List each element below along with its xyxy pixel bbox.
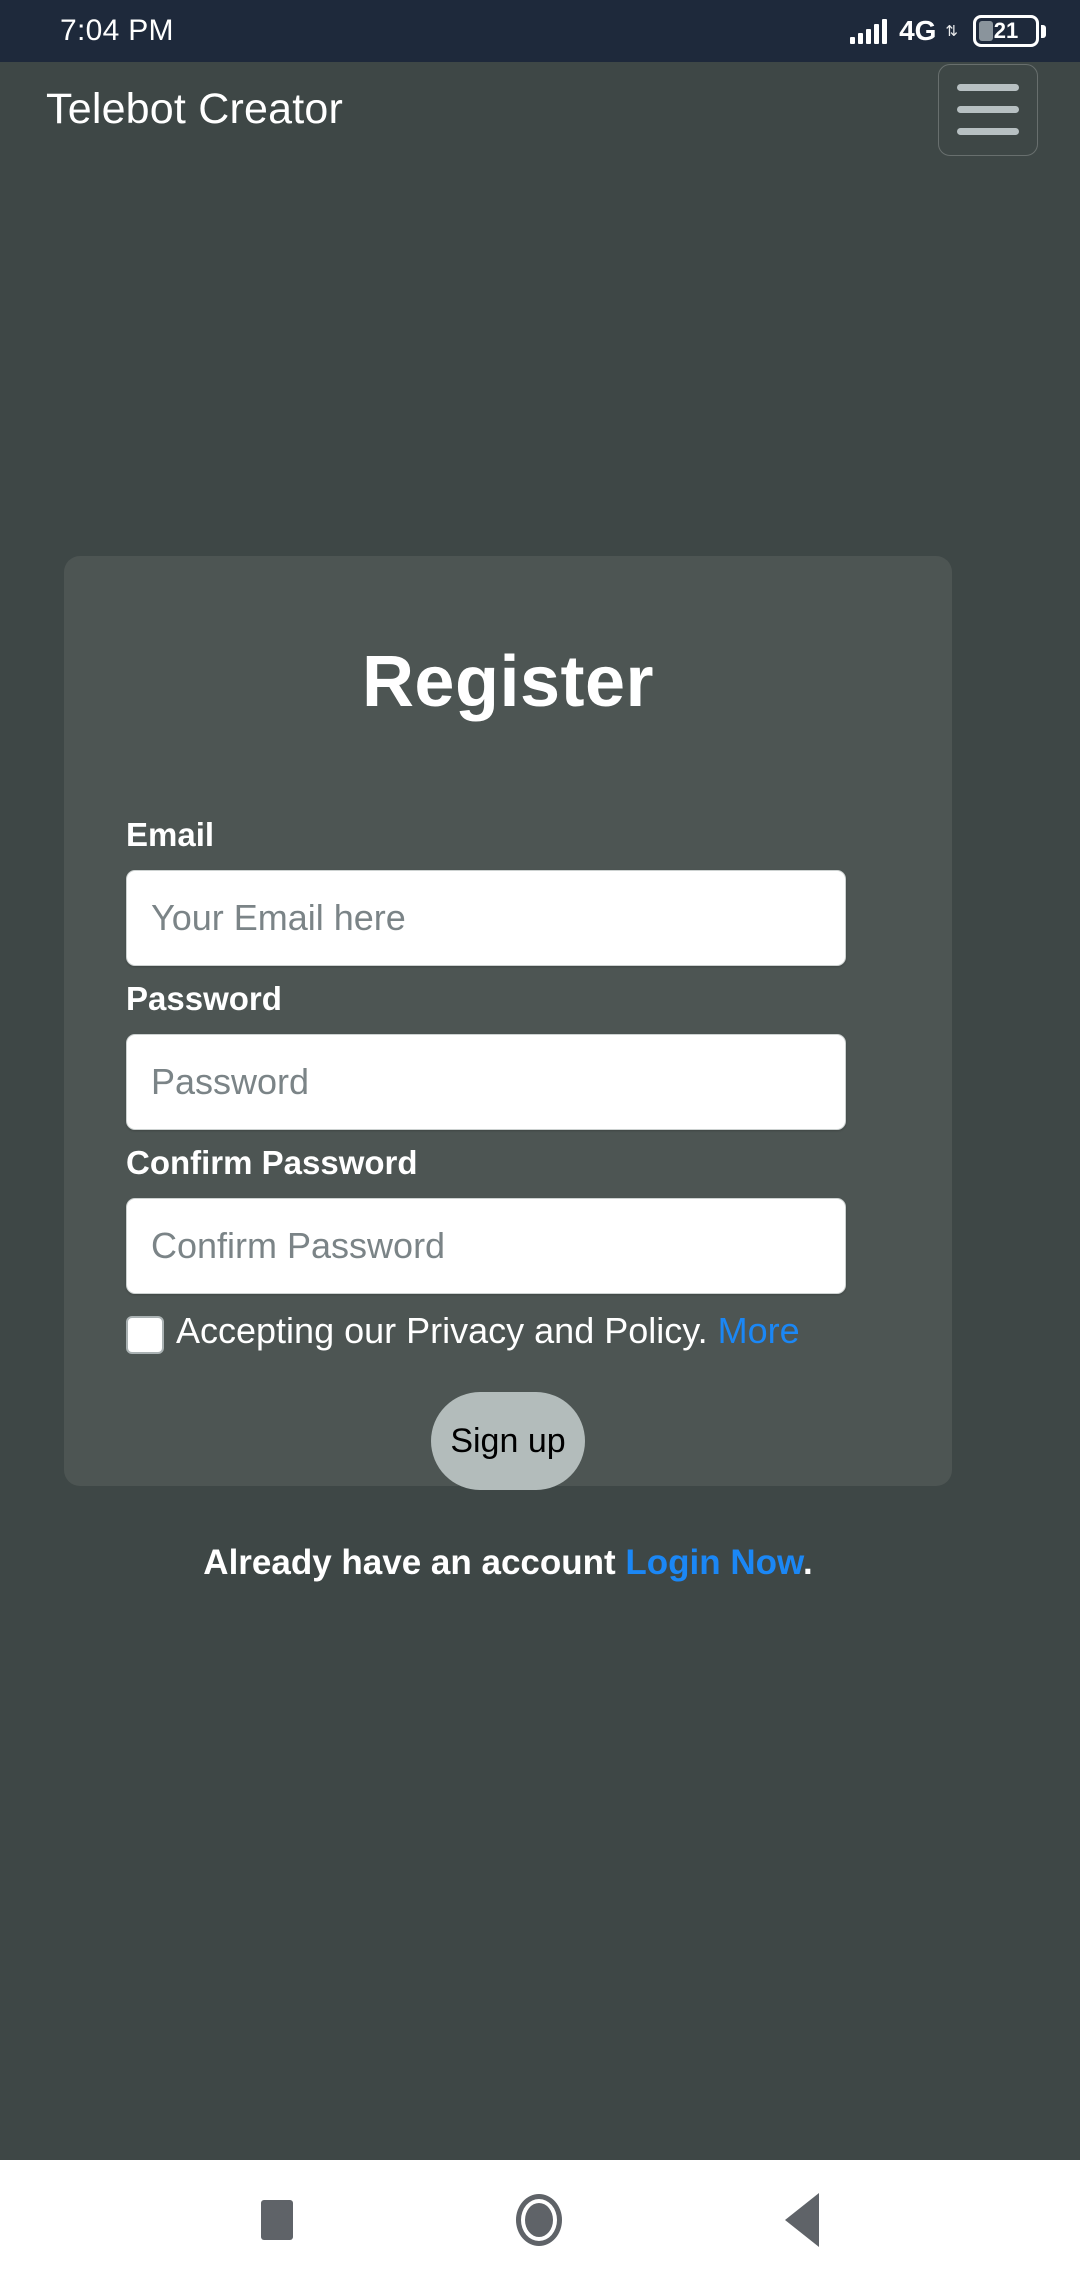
sign-up-button[interactable]: Sign up bbox=[431, 1392, 585, 1491]
confirm-password-input[interactable] bbox=[126, 1198, 846, 1294]
privacy-policy-more-link[interactable]: More bbox=[718, 1310, 800, 1351]
accept-policy-checkbox[interactable] bbox=[126, 1316, 164, 1354]
phone-screen: 7:04 PM 4G ⇅ 21 Telebot Creator Register bbox=[0, 0, 1080, 2280]
signal-bars-icon bbox=[850, 18, 888, 44]
battery-icon: 21 bbox=[973, 15, 1046, 47]
email-label: Email bbox=[126, 816, 215, 853]
email-input[interactable] bbox=[126, 870, 846, 966]
login-prompt-text: Already have an account bbox=[203, 1543, 616, 1583]
login-prompt: Already have an account Login Now. bbox=[138, 1540, 878, 1586]
submit-row: Sign up bbox=[110, 1392, 906, 1491]
terms-label: Accepting our Privacy and Policy. bbox=[176, 1310, 708, 1351]
password-input[interactable] bbox=[126, 1034, 846, 1130]
circle-home-icon[interactable] bbox=[515, 2194, 562, 2246]
terms-text: Accepting our Privacy and Policy. More bbox=[176, 1308, 866, 1354]
register-card: Register Email Password Confirm Password… bbox=[64, 556, 952, 1582]
android-nav-bar bbox=[0, 2160, 1080, 2280]
status-bar: 7:04 PM 4G ⇅ 21 bbox=[0, 0, 1080, 62]
password-label: Password bbox=[126, 980, 282, 1017]
page-title: Register bbox=[361, 642, 655, 722]
network-type-label: 4G bbox=[899, 15, 937, 46]
battery-percent-label: 21 bbox=[993, 18, 1019, 43]
login-now-link[interactable]: Login Now bbox=[625, 1543, 803, 1582]
app-title: Telebot Creator bbox=[46, 85, 343, 133]
data-transfer-arrows-icon: ⇅ bbox=[945, 22, 958, 40]
terms-row: Accepting our Privacy and Policy. More bbox=[126, 1308, 866, 1354]
triangle-back-icon[interactable] bbox=[784, 2193, 819, 2247]
hamburger-menu-icon[interactable] bbox=[938, 63, 1038, 156]
confirm-password-label: Confirm Password bbox=[126, 1144, 418, 1181]
square-recents-icon[interactable] bbox=[261, 2200, 294, 2240]
app-header: Telebot Creator bbox=[0, 62, 1080, 157]
main-content: Register Email Password Confirm Password… bbox=[0, 157, 1080, 2160]
login-prompt-period: . bbox=[802, 1543, 813, 1583]
status-time: 7:04 PM bbox=[60, 14, 174, 47]
status-icons: 4G ⇅ 21 bbox=[850, 15, 1046, 47]
